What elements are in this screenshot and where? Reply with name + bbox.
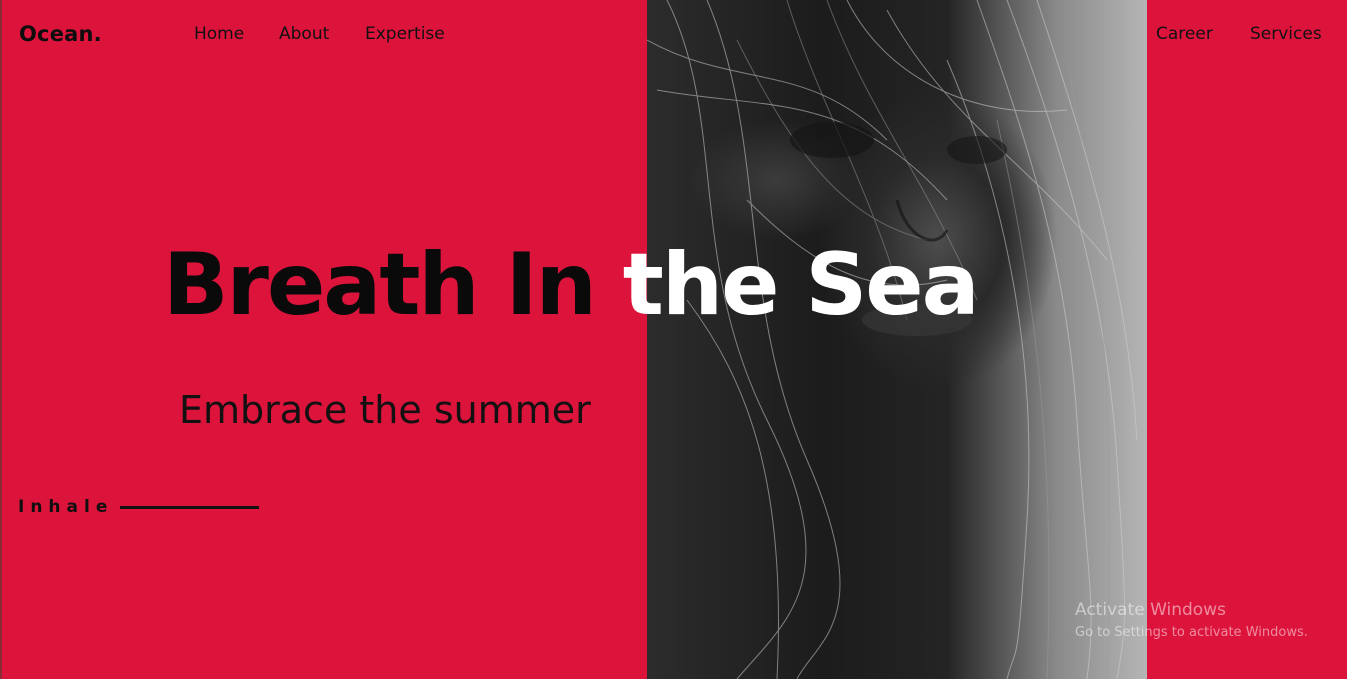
activate-windows-subtitle: Go to Settings to activate Windows. xyxy=(1075,625,1308,640)
hero-photo xyxy=(647,0,1147,679)
hero-title: Breath In the Sea xyxy=(163,235,980,335)
inhale-link[interactable]: Inhale xyxy=(18,497,113,517)
hair-strokes xyxy=(647,0,1138,679)
nav-link-career[interactable]: Career xyxy=(1156,24,1213,44)
brand-logo[interactable]: Ocean. xyxy=(19,22,102,46)
nav-link-services[interactable]: Services xyxy=(1250,24,1322,44)
hero-title-light: the Sea xyxy=(622,235,980,335)
nav-link-about[interactable]: About xyxy=(279,24,329,44)
window-edge xyxy=(0,0,2,679)
hero-subtitle: Embrace the summer xyxy=(179,388,591,432)
inhale-divider-line xyxy=(120,506,259,509)
activate-windows-title: Activate Windows xyxy=(1075,600,1226,620)
nav-link-home[interactable]: Home xyxy=(194,24,244,44)
hero-title-dark: Breath In xyxy=(163,235,623,335)
nav-link-expertise[interactable]: Expertise xyxy=(365,24,445,44)
landing-page: Ocean. Home About Expertise Career Servi… xyxy=(0,0,1347,679)
